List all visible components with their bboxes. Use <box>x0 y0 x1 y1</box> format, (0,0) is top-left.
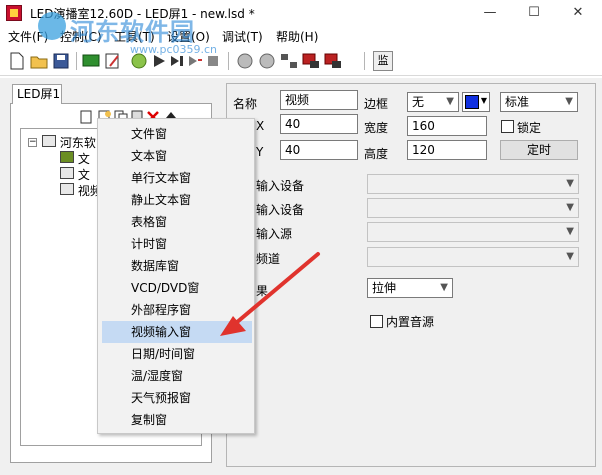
lock-label: 锁定 <box>517 121 542 135</box>
stop-play-icon[interactable] <box>186 52 204 70</box>
menu-item-single-line-text[interactable]: 单行文本窗 <box>102 167 252 189</box>
app-icon <box>6 5 22 21</box>
border-select-value: 无 <box>412 95 425 109</box>
screen-receive-icon[interactable] <box>324 52 342 70</box>
add-window-icon[interactable] <box>80 110 94 124</box>
menu-item-external-program[interactable]: 外部程序窗 <box>102 299 252 321</box>
stretch-select-value: 拉伸 <box>372 281 397 295</box>
input-source-label: 输入源 <box>256 227 293 241</box>
watermark-text: 河东软件园 <box>70 18 195 46</box>
chevron-down-icon: ▼ <box>566 202 574 213</box>
input-device-label: 输入设备 <box>256 179 305 193</box>
y-label: Y <box>256 145 264 159</box>
open-folder-icon[interactable] <box>30 52 48 70</box>
builtin-audio-checkbox[interactable] <box>370 315 383 328</box>
tree-item[interactable]: 视频 <box>60 182 102 199</box>
tree-collapse-toggle[interactable]: − <box>28 138 37 147</box>
watermark-logo <box>38 12 66 40</box>
width-label: 宽度 <box>364 121 389 135</box>
effect-label: 果 <box>256 284 269 298</box>
menu-item-weather[interactable]: 天气预报窗 <box>102 387 252 409</box>
video-window-node-icon <box>60 183 74 195</box>
menu-item-table-window[interactable]: 表格窗 <box>102 211 252 233</box>
menu-help[interactable]: 帮助(H) <box>276 28 318 45</box>
tree-item-label: 文 <box>77 152 90 166</box>
border-select[interactable]: 无 ▼ <box>407 92 459 112</box>
border-label: 边框 <box>364 97 389 111</box>
tree-item-label: 文 <box>77 168 90 182</box>
screen-node-icon <box>42 135 56 147</box>
close-button[interactable]: ✕ <box>556 2 600 24</box>
menu-item-timer-window[interactable]: 计时窗 <box>102 233 252 255</box>
chevron-down-icon: ▼ <box>446 96 454 107</box>
tab-led-screen[interactable]: LED屏1 <box>12 84 62 104</box>
tree-item[interactable]: 文 <box>60 150 90 167</box>
menu-item-video-input[interactable]: 视频输入窗 <box>102 321 252 343</box>
menu-debug[interactable]: 调试(T) <box>222 28 263 45</box>
stop-icon[interactable] <box>204 52 222 70</box>
channel-select[interactable]: ▼ <box>367 247 579 267</box>
color-swatch <box>465 95 479 109</box>
play-icon[interactable] <box>150 52 168 70</box>
screen-send-icon[interactable] <box>302 52 320 70</box>
new-file-icon[interactable] <box>8 52 26 70</box>
pc-icon[interactable] <box>130 52 148 70</box>
maximize-button[interactable]: ☐ <box>512 2 556 24</box>
x-label: X <box>256 119 265 133</box>
audio-device-label: 输入设备 <box>256 203 305 217</box>
input-device-select[interactable]: ▼ <box>367 174 579 194</box>
height-label: 高度 <box>364 147 389 161</box>
toolbar-separator <box>76 52 77 70</box>
lock-checkbox[interactable] <box>501 120 514 133</box>
name-label: 名称 <box>233 97 258 111</box>
tree-root-label: 河东软 <box>59 136 96 150</box>
builtin-audio-label: 内置音源 <box>386 315 435 329</box>
channel-label: 频道 <box>256 252 281 266</box>
context-menu: 文件窗 文本窗 单行文本窗 静止文本窗 表格窗 计时窗 数据库窗 VCD/DVD… <box>97 118 255 434</box>
height-field[interactable]: 120 <box>407 140 487 160</box>
stretch-select[interactable]: 拉伸 ▼ <box>367 278 453 298</box>
input-source-select[interactable]: ▼ <box>367 222 579 242</box>
menu-item-text-window[interactable]: 文本窗 <box>102 145 252 167</box>
style-select-value: 标准 <box>505 95 530 109</box>
connect-icon[interactable] <box>280 52 298 70</box>
menu-item-copy-window[interactable]: 复制窗 <box>102 409 252 431</box>
network-icon[interactable] <box>236 52 254 70</box>
border-color-picker[interactable]: ▼ <box>462 92 490 112</box>
width-field[interactable]: 160 <box>407 116 487 136</box>
minimize-button[interactable]: — <box>468 2 512 24</box>
menu-item-temp-humidity[interactable]: 温/湿度窗 <box>102 365 252 387</box>
x-field[interactable]: 40 <box>280 114 358 134</box>
menu-item-file-window[interactable]: 文件窗 <box>102 123 252 145</box>
text-window-node-icon <box>60 167 74 179</box>
screen-icon[interactable] <box>82 52 100 70</box>
file-window-node-icon <box>60 151 74 163</box>
edit-icon[interactable] <box>104 52 122 70</box>
menu-item-vcd-dvd-window[interactable]: VCD/DVD窗 <box>102 277 252 299</box>
chevron-down-icon: ▼ <box>566 178 574 189</box>
network-send-icon[interactable] <box>258 52 276 70</box>
toolbar-separator-3 <box>364 52 365 70</box>
style-select[interactable]: 标准 ▼ <box>500 92 578 112</box>
chevron-down-icon: ▼ <box>565 96 573 107</box>
monitor-button[interactable]: 监 <box>373 51 393 71</box>
name-field[interactable]: 视频 <box>280 90 358 110</box>
step-play-icon[interactable] <box>168 52 186 70</box>
menu-item-database-window[interactable]: 数据库窗 <box>102 255 252 277</box>
chevron-down-icon: ▼ <box>566 226 574 237</box>
menu-item-date-time[interactable]: 日期/时间窗 <box>102 343 252 365</box>
tree-item[interactable]: 文 <box>60 166 90 183</box>
timer-button[interactable]: 定时 <box>500 140 578 160</box>
toolbar-separator-2 <box>228 52 229 70</box>
chevron-down-icon: ▼ <box>566 251 574 262</box>
tree-root[interactable]: 河东软 <box>42 134 96 151</box>
menu-item-static-text[interactable]: 静止文本窗 <box>102 189 252 211</box>
chevron-down-icon: ▼ <box>480 96 487 105</box>
y-field[interactable]: 40 <box>280 140 358 160</box>
chevron-down-icon: ▼ <box>440 282 448 293</box>
save-icon[interactable] <box>52 52 70 70</box>
audio-device-select[interactable]: ▼ <box>367 198 579 218</box>
